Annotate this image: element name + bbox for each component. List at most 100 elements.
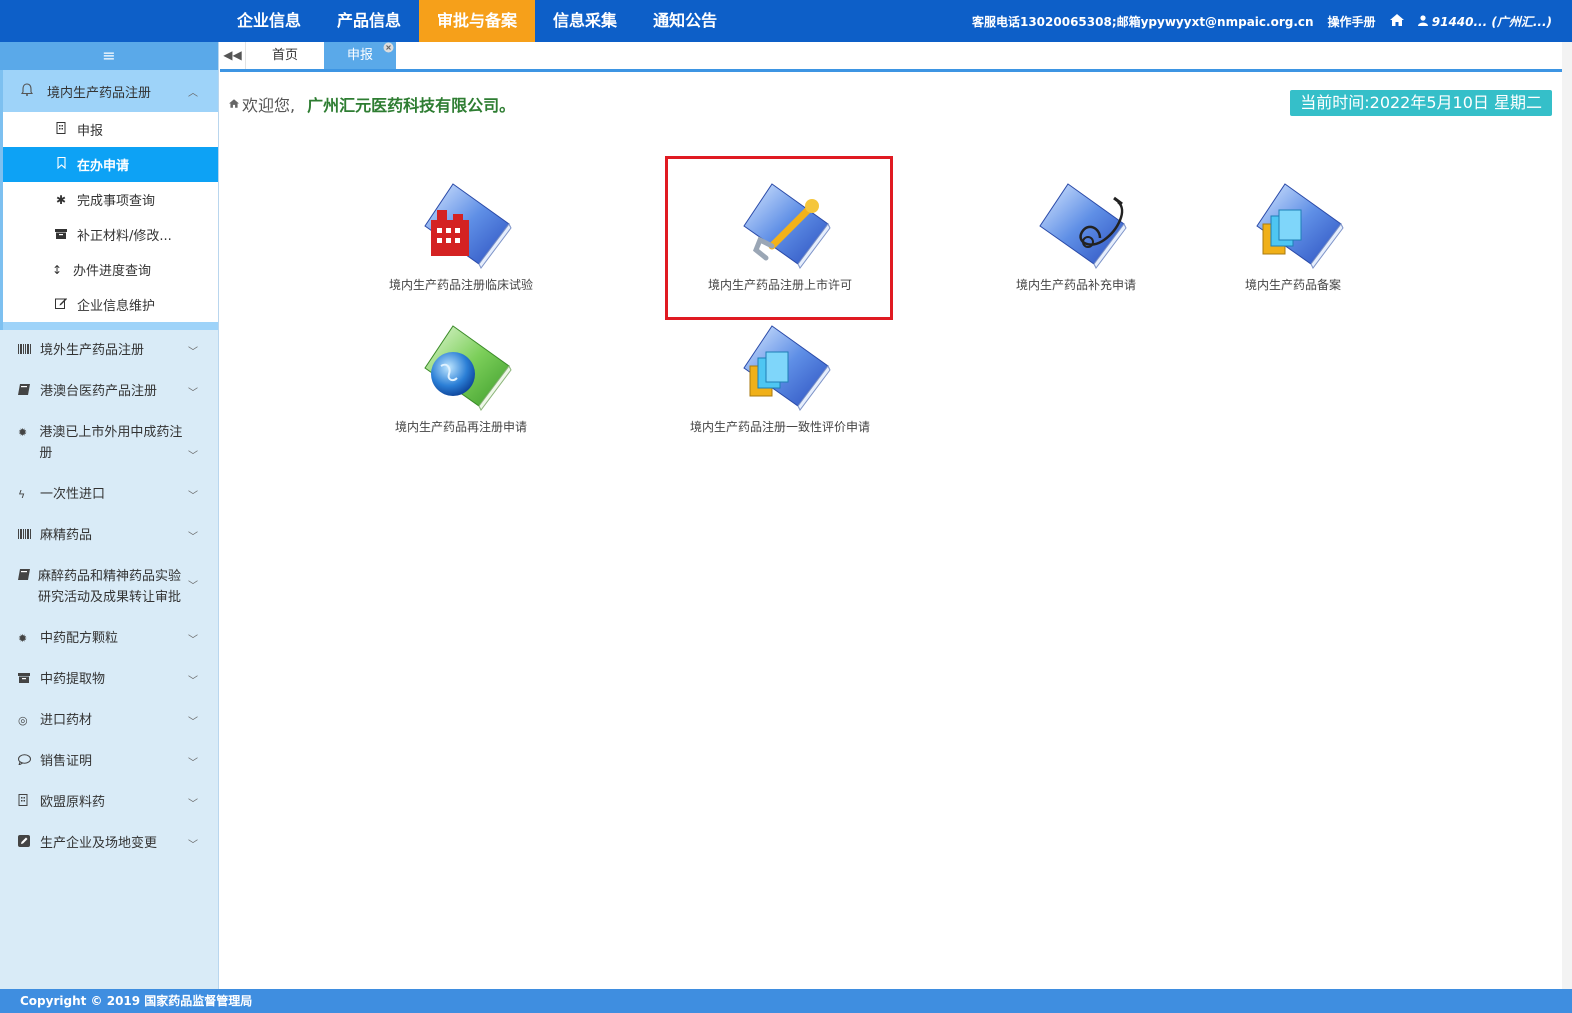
sidebar-group-label: 销售证明 xyxy=(40,754,93,769)
tile-consistency-evaluation[interactable]: 境内生产药品注册一致性评价申请 xyxy=(680,322,880,462)
home-icon xyxy=(229,98,239,111)
arrows-vertical-icon: ↕ xyxy=(51,262,63,277)
sidebar-group-tcm-extract[interactable]: 中药提取物 ﹀ xyxy=(0,659,218,700)
sidebar-item-label: 企业信息维护 xyxy=(77,299,156,314)
nav-notices[interactable]: 通知公告 xyxy=(635,0,735,42)
sidebar-item-supplement[interactable]: 补正材料/修改... xyxy=(3,217,218,252)
highlight-box xyxy=(665,156,893,320)
chevron-up-icon: ︿ xyxy=(188,88,198,99)
sidebar-group-tcm-granules[interactable]: ✹ 中药配方颗粒 ﹀ xyxy=(0,618,218,659)
footer: Copyright © 2019 国家药品监督管理局 xyxy=(0,989,1572,1013)
sidebar-item-declare[interactable]: 申报 xyxy=(3,112,218,147)
sidebar-group-hk-macao-taiwan[interactable]: 港澳台医药产品注册 ﹀ xyxy=(0,371,218,412)
sidebar-item-label: 申报 xyxy=(77,124,104,139)
nav-product-info[interactable]: 产品信息 xyxy=(319,0,419,42)
sidebar-group-overseas-registration[interactable]: 境外生产药品注册 ﹀ xyxy=(0,330,218,371)
sidebar-group-label: 港澳已上市外用中成药注册 xyxy=(39,425,183,461)
book-documents-icon xyxy=(1255,180,1351,270)
nav-company-info[interactable]: 企业信息 xyxy=(219,0,319,42)
pencil-square-icon xyxy=(18,833,32,854)
book-documents-icon xyxy=(742,322,838,412)
tile-clinical-trial[interactable]: 境内生产药品注册临床试验 xyxy=(361,180,561,320)
bolt-icon: ϟ xyxy=(18,488,26,501)
chevron-down-icon: ﹀ xyxy=(188,532,198,543)
sidebar-item-label: 办件进度查询 xyxy=(73,264,152,279)
sidebar-group-label: 麻醉药品和精神药品实验研究活动及成果转让审批 xyxy=(38,569,182,605)
sidebar-group-label: 麻精药品 xyxy=(40,528,93,543)
sidebar-group-imported-herbs[interactable]: ◎ 进口药材 ﹀ xyxy=(0,700,218,741)
manual-link[interactable]: 操作手册 xyxy=(1328,13,1376,30)
welcome-text: 欢迎您, xyxy=(242,96,296,115)
tab-declare[interactable]: 申报 xyxy=(324,42,396,69)
sidebar-group-domestic-registration: 境内生产药品注册 ︿ 申报 在办申请 ✱ 完成事项查询 补正材料/修改... ↕… xyxy=(0,70,218,330)
sidebar-group-label: 进口药材 xyxy=(40,713,93,728)
certificate-icon: ✹ xyxy=(18,632,28,645)
close-icon[interactable] xyxy=(383,36,394,63)
building-icon xyxy=(53,122,69,137)
barcode-icon xyxy=(18,340,32,361)
welcome-line: 欢迎您, 广州汇元医药科技有限公司。 xyxy=(229,92,515,116)
sidebar-group-label: 境内生产药品注册 xyxy=(47,85,152,101)
sidebar-item-progress-query[interactable]: ↕ 办件进度查询 xyxy=(3,252,218,287)
asterisk-icon: ✱ xyxy=(55,192,67,207)
sidebar-group-footer xyxy=(3,322,218,330)
nav-info-collection[interactable]: 信息采集 xyxy=(535,0,635,42)
sidebar-group-sales-certificate[interactable]: 销售证明 ﹀ xyxy=(0,741,218,782)
tab-bar: ◀◀ 首页 申报 xyxy=(220,42,1562,72)
tile-supplementary-application[interactable]: 境内生产药品补充申请 xyxy=(976,180,1176,320)
chevron-down-icon: ﹀ xyxy=(188,388,198,399)
main-nav: 企业信息 产品信息 审批与备案 信息采集 通知公告 xyxy=(219,0,735,42)
chevron-down-icon: ﹀ xyxy=(188,635,198,646)
right-scroll-gutter xyxy=(1562,42,1572,989)
sidebar-group-label: 欧盟原料药 xyxy=(40,795,106,810)
sidebar-group-narcotic-research[interactable]: 麻醉药品和精神药品实验研究活动及成果转让审批 ﹀ xyxy=(0,556,218,618)
nav-approval-filing[interactable]: 审批与备案 xyxy=(419,0,536,42)
home-icon[interactable] xyxy=(1389,13,1404,29)
sidebar-item-company-maintenance[interactable]: 企业信息维护 xyxy=(3,287,218,322)
bell-icon xyxy=(20,82,37,100)
tile-label: 境内生产药品注册临床试验 xyxy=(388,278,533,292)
company-name: 广州汇元医药科技有限公司。 xyxy=(307,96,516,115)
chevron-down-icon: ﹀ xyxy=(188,676,198,687)
sidebar-group-label: 港澳台医药产品注册 xyxy=(40,384,158,399)
barcode-icon xyxy=(18,525,32,546)
sidebar-group-one-time-import[interactable]: ϟ 一次性进口 ﹀ xyxy=(0,474,218,515)
sidebar-group-eu-api[interactable]: 欧盟原料药 ﹀ xyxy=(0,782,218,823)
sidebar-group-label: 中药配方颗粒 xyxy=(40,631,119,646)
sidebar-group-header[interactable]: 境内生产药品注册 ︿ xyxy=(3,70,218,112)
double-left-icon[interactable]: ◀◀ xyxy=(220,42,246,69)
edit-icon xyxy=(53,297,69,312)
bookmark-icon xyxy=(53,156,69,172)
dot-circle-icon: ◎ xyxy=(18,714,28,727)
sidebar-item-label: 在办申请 xyxy=(77,159,130,174)
sidebar-group-hk-macao-external-tcm[interactable]: ✹ 港澳已上市外用中成药注册 ﹀ xyxy=(0,412,218,474)
sidebar-group-site-change[interactable]: 生产企业及场地变更 ﹀ xyxy=(0,823,218,864)
sidebar-item-label: 补正材料/修改... xyxy=(77,229,172,244)
sidebar-group-label: 生产企业及场地变更 xyxy=(40,836,158,851)
book-icon xyxy=(18,566,30,587)
tile-re-registration[interactable]: 境内生产药品再注册申请 xyxy=(361,322,561,462)
comment-icon xyxy=(18,751,32,772)
book-stethoscope-icon xyxy=(1038,180,1134,270)
user-menu[interactable]: 91440... (广州汇...) xyxy=(1417,13,1552,30)
sidebar-group-narcotic-psychotropic[interactable]: 麻精药品 ﹀ xyxy=(0,515,218,556)
book-globe-icon xyxy=(423,322,519,412)
tile-filing[interactable]: 境内生产药品备案 xyxy=(1193,180,1393,320)
sidebar-group-label: 一次性进口 xyxy=(40,487,106,502)
chevron-down-icon: ﹀ xyxy=(188,758,198,769)
tile-label: 境内生产药品注册一致性评价申请 xyxy=(689,420,870,434)
sidebar-toggle[interactable]: ≡ xyxy=(0,42,218,70)
tile-label: 境内生产药品备案 xyxy=(1244,278,1341,292)
tab-home[interactable]: 首页 xyxy=(247,42,323,69)
chevron-down-icon: ﹀ xyxy=(188,491,198,502)
chevron-down-icon: ﹀ xyxy=(188,717,198,728)
building-icon xyxy=(18,792,32,813)
top-navbar: 企业信息 产品信息 审批与备案 信息采集 通知公告 客服电话1302006530… xyxy=(0,0,1572,42)
top-right-area: 客服电话13020065308;邮箱ypywyyxt@nmpaic.org.cn… xyxy=(958,0,1552,42)
current-time: 当前时间:2022年5月10日 星期二 xyxy=(1290,90,1552,116)
user-icon xyxy=(1417,14,1432,29)
chevron-down-icon: ﹀ xyxy=(188,799,198,810)
sidebar-item-in-progress[interactable]: 在办申请 xyxy=(3,147,218,182)
contact-info: 客服电话13020065308;邮箱ypywyyxt@nmpaic.org.cn xyxy=(971,14,1314,29)
sidebar-item-completed-query[interactable]: ✱ 完成事项查询 xyxy=(3,182,218,217)
